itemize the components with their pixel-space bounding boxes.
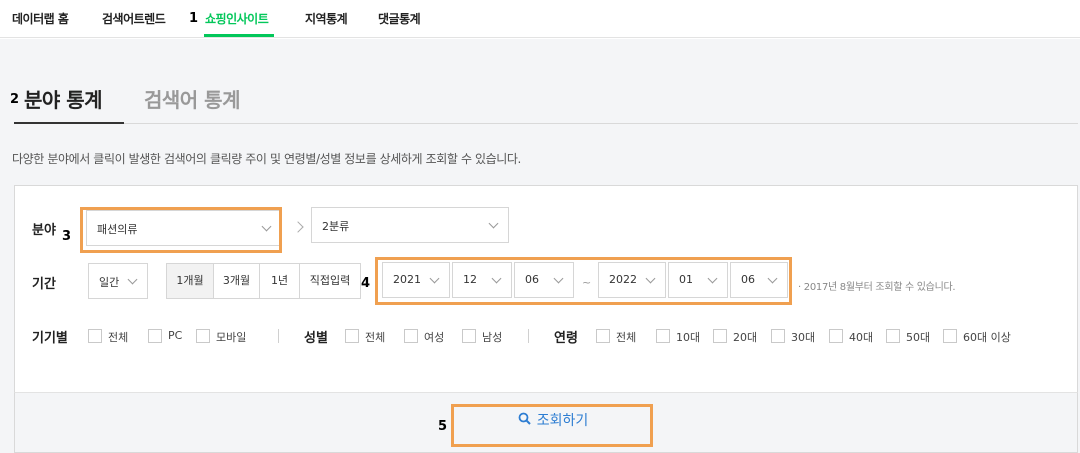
tab-keyword-stats[interactable]: 검색어 통계 [144,84,240,113]
marker-4: 4 [361,276,371,291]
device-pc-label: PC [168,329,183,342]
period-custom-button[interactable]: 직접입력 [299,263,361,299]
nav-search-trend[interactable]: 검색어트렌드 [102,10,166,27]
age-60plus-checkbox[interactable] [943,329,957,343]
category2-select[interactable]: 2분류 [311,207,509,243]
gender-all-label: 전체 [365,331,386,344]
age-60plus-label: 60대 이상 [963,331,1011,344]
device-all-label: 전체 [108,331,129,344]
category-label: 분야 [32,223,56,238]
nav-regional-stats[interactable]: 지역통계 [305,10,348,27]
marker-1: 1 [189,11,199,26]
gender-all-checkbox[interactable] [345,329,359,343]
age-40s-checkbox[interactable] [829,329,843,343]
top-nav: 데이터랩 홈 검색어트렌드 1 쇼핑인사이트 지역통계 댓글통계 [0,0,1080,38]
age-20s-label: 20대 [733,331,758,344]
device-pc-checkbox[interactable] [148,329,162,343]
chevron-down-icon [127,274,138,285]
nav-comment-stats[interactable]: 댓글통계 [378,10,421,27]
page-description: 다양한 분야에서 클릭이 발생한 검색어의 클릭량 주이 및 연령별/성별 정보… [12,152,521,166]
separator [278,329,279,343]
tab-divider [14,123,1078,124]
device-all-checkbox[interactable] [88,329,102,343]
age-label: 연령 [554,331,578,346]
nav-datalab-home[interactable]: 데이터랩 홈 [12,10,69,27]
gender-male-label: 남성 [482,331,503,344]
age-50s-label: 50대 [906,331,931,344]
nav-shopping-insight[interactable]: 쇼핑인사이트 [205,10,269,27]
nav-active-indicator [204,34,274,37]
gender-male-checkbox[interactable] [462,329,476,343]
device-label: 기기별 [32,331,68,346]
tab-active-indicator [14,122,124,124]
chevron-down-icon [488,218,499,229]
age-all-checkbox[interactable] [596,329,610,343]
highlight-box-date [375,257,792,305]
highlight-box-search [451,404,653,447]
period-1year-button[interactable]: 1년 [259,263,300,299]
period-1month-button[interactable]: 1개월 [166,263,214,299]
gender-female-label: 여성 [424,331,445,344]
period-label: 기간 [32,277,56,292]
marker-2: 2 [10,92,20,107]
age-30s-checkbox[interactable] [771,329,785,343]
age-20s-checkbox[interactable] [713,329,727,343]
age-10s-label: 10대 [676,331,701,344]
device-mobile-checkbox[interactable] [196,329,210,343]
period-3month-button[interactable]: 3개월 [213,263,260,299]
marker-5: 5 [438,419,448,434]
age-50s-checkbox[interactable] [886,329,900,343]
date-range-note: · 2017년 8월부터 조회할 수 있습니다. [798,282,956,293]
gender-label: 성별 [304,331,328,346]
marker-3: 3 [62,229,72,244]
gender-female-checkbox[interactable] [404,329,418,343]
age-40s-label: 40대 [849,331,874,344]
age-10s-checkbox[interactable] [656,329,670,343]
separator [528,329,529,343]
age-30s-label: 30대 [791,331,816,344]
category2-value: 2분류 [322,220,350,233]
age-all-label: 전체 [616,331,637,344]
tab-category-stats[interactable]: 분야 통계 [24,84,103,113]
device-mobile-label: 모바일 [216,331,247,344]
highlight-box-category [80,207,282,253]
period-unit-select[interactable]: 일간 [88,263,148,299]
period-unit-value: 일간 [99,276,120,289]
